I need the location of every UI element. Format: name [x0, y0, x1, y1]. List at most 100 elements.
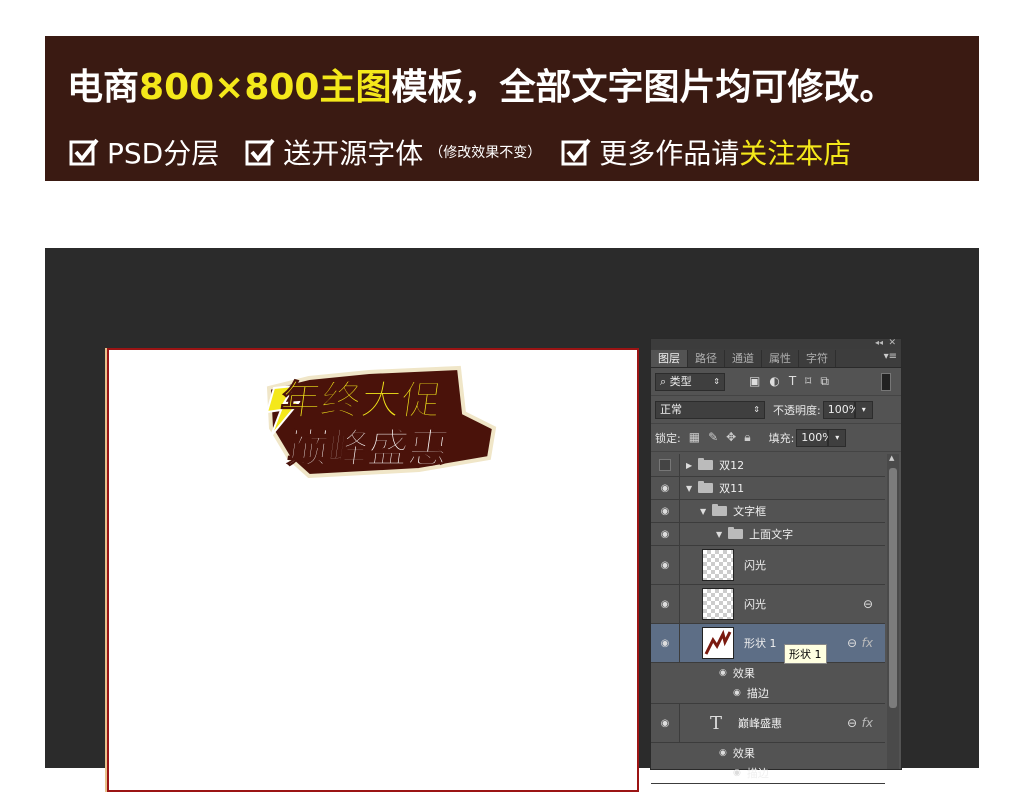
- image-filter-icon[interactable]: ▣: [749, 374, 760, 389]
- stroke-label: 描边: [746, 687, 769, 700]
- fx-icon[interactable]: fx: [862, 716, 873, 730]
- scrollbar-thumb[interactable]: [889, 468, 897, 708]
- title-line-2: 巅峰盛惠: [285, 426, 451, 472]
- panel-menu-icon[interactable]: ▾≡: [884, 351, 897, 362]
- feature-more-label: 更多作品请: [599, 137, 740, 170]
- layer-flash-1[interactable]: ◉ 闪光: [651, 546, 885, 585]
- opacity-input[interactable]: 100%: [822, 400, 859, 419]
- eye-icon[interactable]: ◉: [733, 688, 741, 698]
- panel-tabs: 图层 路径 通道 属性 字符 ▾≡: [651, 349, 901, 368]
- layer-text-peak[interactable]: ◉ T 巅峰盛惠 ⊖ fx: [651, 704, 885, 743]
- eye-spacer: [651, 763, 679, 783]
- eye-icon[interactable]: ◉: [651, 500, 680, 522]
- stroke-label: 描边: [746, 767, 769, 780]
- eye-icon[interactable]: ◉: [733, 768, 741, 778]
- opacity-dropdown-icon[interactable]: ▾: [854, 400, 873, 419]
- lock-position-icon[interactable]: ✥: [726, 430, 736, 445]
- document-canvas[interactable]: 年终大促 巅峰盛惠: [107, 348, 639, 792]
- layer-name: 双12: [719, 459, 745, 472]
- checkbox-icon: [245, 138, 275, 166]
- smart-object-filter-icon[interactable]: ⧉: [820, 374, 829, 389]
- feature-more: 更多作品请 关注本店: [561, 132, 851, 172]
- eye-icon[interactable]: ◉: [651, 477, 680, 499]
- type-filter-icon[interactable]: T: [789, 374, 796, 389]
- follow-store-link[interactable]: 关注本店: [739, 132, 851, 172]
- eye-icon[interactable]: ◉: [651, 523, 680, 545]
- eye-icon[interactable]: ◉: [651, 546, 680, 584]
- feature-font-label: 送开源字体: [283, 137, 424, 170]
- layer-thumbnail: [702, 549, 734, 581]
- header-banner: 电商800×800主图模板，全部文字图片均可修改。 PSD分层 送开源字体 （修改…: [45, 36, 979, 181]
- layer-shape-1[interactable]: ◉ 形状 1 ⊖ fx: [651, 624, 885, 663]
- layer-name: 文字框: [733, 505, 767, 518]
- effects-label: 效果: [732, 667, 755, 680]
- filter-row: ⌕ 类型 ⇕ ▣ ◐ T ⌑ ⧉: [651, 368, 901, 396]
- layer-name: 形状 1: [744, 637, 777, 650]
- collapse-arrow-icon[interactable]: ▼: [716, 530, 722, 539]
- fill-dropdown-icon[interactable]: ▾: [828, 428, 847, 447]
- layer-text-effects[interactable]: ◉ 效果: [651, 743, 885, 763]
- filter-icons: ▣ ◐ T ⌑ ⧉: [749, 374, 829, 389]
- opacity-label: 不透明度:: [773, 403, 821, 417]
- eye-spacer: [651, 683, 679, 703]
- collapse-icon[interactable]: ◂◂: [875, 338, 883, 347]
- search-icon: ⌕: [660, 374, 667, 388]
- feature-psd-label: PSD分层: [107, 137, 220, 170]
- layer-shape-1-stroke[interactable]: ◉ 描边: [651, 683, 885, 704]
- eye-icon[interactable]: ◉: [651, 624, 680, 662]
- blend-mode-select[interactable]: 正常 ⇕: [655, 400, 765, 419]
- headline-part-1: 电商: [67, 67, 140, 108]
- fill-input[interactable]: 100%: [796, 428, 833, 447]
- folder-icon: [698, 458, 714, 470]
- lock-transparent-icon[interactable]: ▦: [689, 430, 700, 445]
- blend-row: 正常 ⇕ 不透明度: 100% ▾: [651, 396, 901, 424]
- layer-shape-1-effects[interactable]: ◉ 效果: [651, 663, 885, 683]
- layer-group-double11[interactable]: ◉ ▼ 双11: [651, 477, 885, 500]
- layer-name: 巅峰盛惠: [738, 717, 783, 730]
- filter-toggle[interactable]: [881, 372, 891, 391]
- tab-channels[interactable]: 通道: [725, 350, 762, 367]
- layer-flash-2[interactable]: ◉ 闪光 ⊖: [651, 585, 885, 624]
- tab-character[interactable]: 字符: [799, 350, 836, 367]
- folder-icon: [712, 504, 728, 516]
- filter-value: 类型: [669, 374, 692, 388]
- lock-all-icon[interactable]: 🔒︎: [744, 430, 750, 445]
- shape-filter-icon[interactable]: ⌑: [805, 374, 811, 389]
- eye-icon[interactable]: ◉: [651, 704, 680, 742]
- fx-icon[interactable]: fx: [862, 636, 873, 650]
- headline-highlight: 800×800主图: [139, 67, 392, 108]
- feature-font: 送开源字体 （修改效果不变）: [245, 132, 561, 172]
- tab-layers[interactable]: 图层: [651, 350, 688, 367]
- effects-label: 效果: [732, 747, 755, 760]
- lock-image-icon[interactable]: ✎: [708, 430, 718, 445]
- layer-group-top-text[interactable]: ◉ ▼ 上面文字: [651, 523, 885, 546]
- fill-label: 填充:: [768, 431, 795, 445]
- layer-group-text-frame[interactable]: ◉ ▼ 文字框: [651, 500, 885, 523]
- collapse-arrow-icon[interactable]: ▼: [686, 484, 692, 493]
- eye-icon[interactable]: ◉: [719, 748, 727, 758]
- layer-text-stroke[interactable]: ◉ 描边: [651, 763, 885, 784]
- layer-list: ▶ 双12 ◉ ▼ 双11 ◉ ▼ 文字框 ◉ ▼ 上面文字 ◉ 闪光 ◉ 闪光…: [651, 454, 885, 784]
- close-icon[interactable]: ✕: [888, 338, 896, 348]
- tab-paths[interactable]: 路径: [688, 350, 725, 367]
- stepper-icon: ⇕: [713, 376, 720, 386]
- eye-spacer: [651, 743, 679, 763]
- eye-icon[interactable]: ◉: [719, 668, 727, 678]
- collapse-arrow-icon[interactable]: ▼: [700, 507, 706, 516]
- scroll-up-icon[interactable]: ▲: [889, 454, 894, 462]
- expand-arrow-icon[interactable]: ▶: [686, 461, 692, 470]
- folder-icon: [728, 527, 744, 539]
- layer-thumbnail: [702, 588, 734, 620]
- layers-panel: ◂◂ ✕ 图层 路径 通道 属性 字符 ▾≡ ⌕ 类型 ⇕ ▣ ◐ T ⌑ ⧉: [650, 338, 902, 784]
- filter-select[interactable]: ⌕ 类型 ⇕: [655, 372, 725, 391]
- checkbox-icon: [69, 138, 99, 166]
- tab-properties[interactable]: 属性: [762, 350, 799, 367]
- layer-group-double12[interactable]: ▶ 双12: [651, 454, 885, 477]
- layer-name: 闪光: [744, 559, 766, 572]
- visibility-box[interactable]: [651, 454, 680, 476]
- adjustment-filter-icon[interactable]: ◐: [769, 374, 779, 389]
- eye-icon[interactable]: ◉: [651, 585, 680, 623]
- checkbox-icon: [561, 138, 591, 166]
- layers-scrollbar[interactable]: ▲: [887, 454, 899, 769]
- layer-name: 闪光: [744, 598, 766, 611]
